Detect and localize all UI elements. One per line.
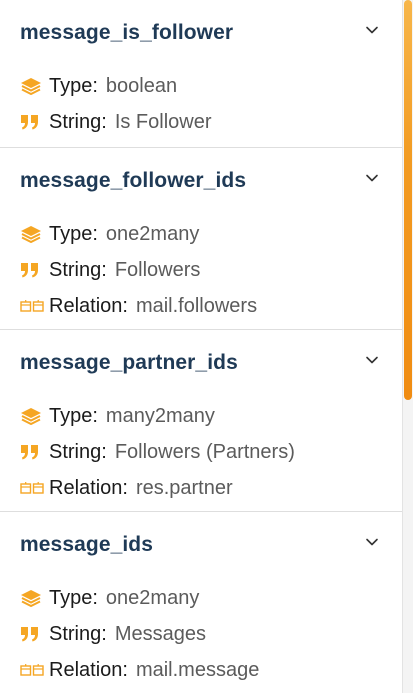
scrollbar-thumb[interactable] xyxy=(404,0,412,400)
field-card[interactable]: message_ids Type: one2many String: Messa… xyxy=(0,512,402,692)
field-string-row: String: Followers xyxy=(20,252,382,288)
relation-icon xyxy=(20,296,44,316)
chevron-down-icon[interactable] xyxy=(364,534,380,550)
field-type-row: Type: one2many xyxy=(20,216,382,252)
field-list-panel: message_is_follower Type: boolean String… xyxy=(0,0,403,693)
field-card[interactable]: message_is_follower Type: boolean String… xyxy=(0,0,402,148)
vertical-scrollbar[interactable] xyxy=(403,0,413,693)
quote-icon xyxy=(20,260,44,280)
chevron-down-icon[interactable] xyxy=(364,170,380,186)
relation-icon xyxy=(20,660,44,680)
field-string-row: String: Followers (Partners) xyxy=(20,434,382,470)
field-relation-row: Relation: res.partner xyxy=(20,470,382,506)
field-relation-row: Relation: mail.message xyxy=(20,652,382,688)
field-card[interactable]: message_follower_ids Type: one2many Stri… xyxy=(0,148,402,330)
field-name: message_is_follower xyxy=(20,21,234,44)
field-name: message_ids xyxy=(20,533,154,556)
field-card[interactable]: message_partner_ids Type: many2many Stri… xyxy=(0,330,402,512)
chevron-down-icon[interactable] xyxy=(364,22,380,38)
field-string-row: String: Messages xyxy=(20,616,382,652)
field-name: message_partner_ids xyxy=(20,351,238,374)
layers-icon xyxy=(20,76,44,96)
quote-icon xyxy=(20,442,44,462)
chevron-down-icon[interactable] xyxy=(364,352,380,368)
field-type-row: Type: one2many xyxy=(20,580,382,616)
field-type-row: Type: boolean xyxy=(20,68,382,104)
layers-icon xyxy=(20,406,44,426)
layers-icon xyxy=(20,588,44,608)
layers-icon xyxy=(20,224,44,244)
relation-icon xyxy=(20,478,44,498)
quote-icon xyxy=(20,112,44,132)
field-relation-row: Relation: mail.followers xyxy=(20,288,382,324)
quote-icon xyxy=(20,624,44,644)
field-string-row: String: Is Follower xyxy=(20,104,382,140)
field-type-row: Type: many2many xyxy=(20,398,382,434)
field-name: message_follower_ids xyxy=(20,169,247,192)
